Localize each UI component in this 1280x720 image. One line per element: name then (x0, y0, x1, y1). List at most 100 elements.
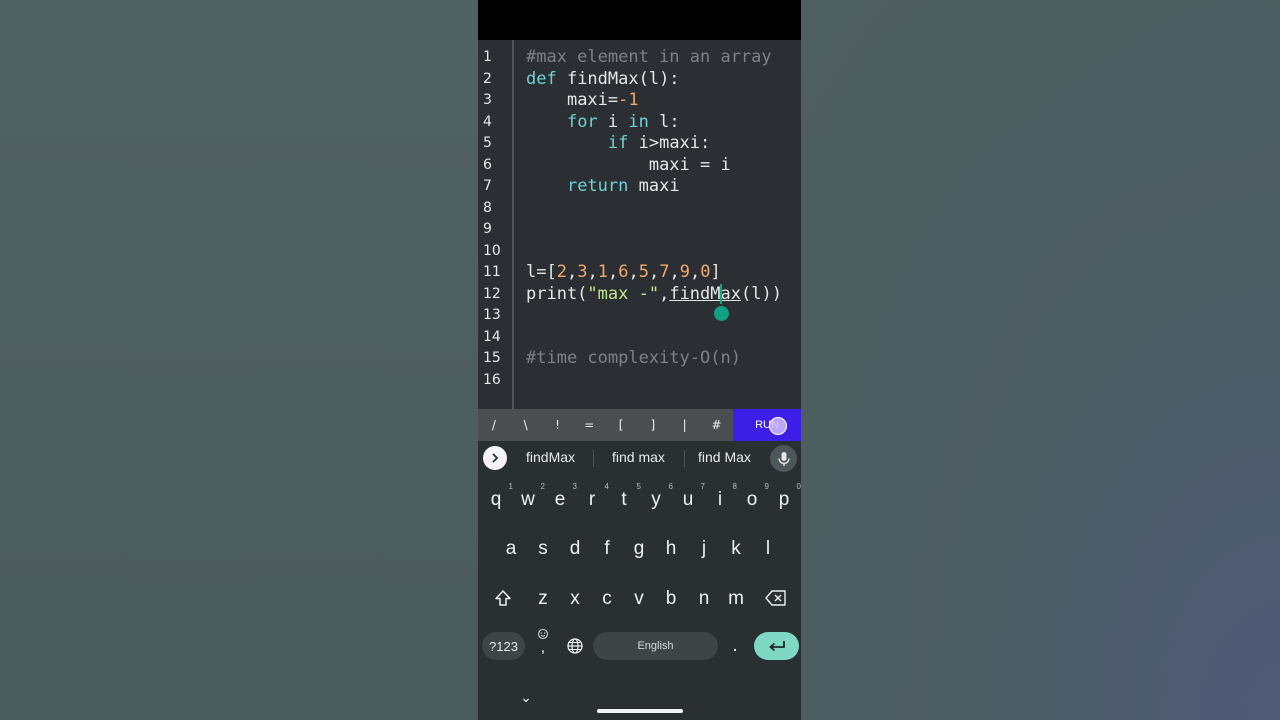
key-i[interactable]: i8 (710, 482, 737, 511)
key-b[interactable]: b (661, 588, 681, 610)
suggestion-divider (593, 450, 594, 467)
period-key[interactable]: . (727, 635, 743, 657)
key-y[interactable]: y6 (646, 482, 673, 511)
key-v[interactable]: v (629, 588, 649, 610)
line-number: 16 (483, 371, 501, 388)
symbol-key-open-bracket[interactable]: [ (605, 418, 637, 432)
hide-keyboard-button[interactable]: ⌄ (516, 689, 536, 706)
key-d[interactable]: d (565, 538, 585, 560)
string-token: "max -" (587, 283, 660, 304)
line-number: 10 (483, 242, 501, 259)
key-e[interactable]: e3 (550, 482, 577, 511)
key-label: y (651, 489, 661, 510)
symbol-key-slash[interactable]: / (478, 418, 510, 432)
key-n[interactable]: n (694, 588, 714, 610)
key-label: q (490, 489, 502, 510)
space-bar[interactable]: English (593, 632, 718, 660)
phone-screen: 1 2 3 4 5 6 7 8 9 10 11 12 13 14 15 16 #… (478, 0, 801, 720)
number-token: 7 (659, 262, 670, 282)
comma-token: , (689, 262, 701, 282)
code-token: (l)) (740, 283, 782, 304)
key-label: , (540, 639, 546, 656)
symbols-key[interactable]: ?123 (482, 632, 525, 660)
keyword-token: in (628, 111, 649, 132)
comma-token: , (628, 262, 639, 282)
expand-toolbar-button[interactable] (483, 446, 507, 470)
symbol-key-equals[interactable]: = (573, 418, 605, 432)
comma-token: , (659, 283, 670, 304)
cursor-handle[interactable] (714, 306, 729, 321)
key-a[interactable]: a (501, 538, 521, 560)
suggestion-2[interactable]: find max (612, 449, 665, 465)
line-number: 9 (483, 221, 492, 237)
line-number: 3 (483, 92, 492, 108)
key-o[interactable]: o9 (742, 482, 769, 511)
code-editor[interactable]: 1 2 3 4 5 6 7 8 9 10 11 12 13 14 15 16 #… (478, 40, 801, 409)
code-line-5: if i>maxi: (526, 133, 710, 154)
key-l[interactable]: l (758, 538, 778, 560)
enter-key[interactable] (754, 632, 799, 660)
code-line-7: return maxi (526, 176, 680, 197)
key-label: u (682, 489, 694, 510)
comma-key[interactable]: , (534, 628, 552, 656)
code-line-3: maxi=-1 (526, 90, 639, 111)
backspace-key[interactable] (764, 589, 788, 613)
key-label: o (746, 489, 758, 510)
line-number-gutter: 1 2 3 4 5 6 7 8 9 10 11 12 13 14 15 16 (478, 40, 514, 409)
shift-icon (495, 590, 511, 606)
comma-token: , (566, 262, 578, 282)
comma-token: , (607, 262, 619, 282)
symbol-key-hash[interactable]: # (701, 418, 733, 432)
key-m[interactable]: m (726, 588, 746, 610)
code-line-1: #max element in an array (526, 47, 772, 68)
key-t[interactable]: t5 (614, 482, 641, 511)
key-x[interactable]: x (565, 588, 585, 610)
symbol-key-close-bracket[interactable]: ] (637, 418, 669, 432)
key-z[interactable]: z (533, 588, 553, 610)
shift-key[interactable] (492, 588, 514, 614)
line-number: 1 (483, 49, 492, 65)
key-q[interactable]: q1 (486, 482, 513, 511)
number-token: -1 (618, 90, 639, 110)
code-token: findMax(l): (556, 68, 680, 89)
key-s[interactable]: s (533, 538, 553, 560)
symbol-key-exclamation[interactable]: ! (542, 418, 574, 432)
code-token: ] (710, 262, 721, 282)
voice-input-button[interactable] (770, 445, 797, 472)
key-p[interactable]: p0 (774, 482, 801, 511)
comment-token: #max element in an array (526, 47, 772, 67)
key-k[interactable]: k (726, 538, 746, 560)
backspace-icon (765, 590, 786, 606)
key-hint: 6 (668, 482, 673, 491)
text-cursor (720, 284, 722, 304)
key-hint: 2 (540, 482, 545, 491)
suggestion-1[interactable]: findMax (526, 449, 575, 465)
key-u[interactable]: u7 (678, 482, 705, 511)
code-line-4: for i in l: (526, 112, 680, 133)
comment-token: #time complexity-O(n) (526, 348, 741, 368)
line-number: 12 (483, 285, 501, 302)
symbol-key-pipe[interactable]: | (669, 418, 701, 432)
symbol-key-backslash[interactable]: \ (510, 418, 542, 432)
key-c[interactable]: c (597, 588, 617, 610)
key-w[interactable]: w2 (518, 482, 545, 511)
keyword-token: return (566, 176, 629, 196)
gesture-navigation-bar[interactable] (597, 709, 683, 713)
key-h[interactable]: h (661, 538, 681, 560)
key-g[interactable]: g (629, 538, 649, 560)
key-hint: 9 (764, 482, 769, 491)
code-token: i (597, 111, 629, 132)
key-j[interactable]: j (694, 538, 714, 560)
key-f[interactable]: f (597, 538, 617, 560)
number-token: 5 (638, 262, 649, 282)
microphone-icon (777, 451, 790, 466)
key-r[interactable]: r4 (582, 482, 609, 511)
code-token: maxi = i (648, 154, 731, 175)
language-key[interactable] (565, 637, 585, 661)
run-button[interactable]: RUN (733, 409, 801, 441)
suggestion-3[interactable]: find Max (698, 449, 751, 465)
line-number: 13 (483, 307, 501, 323)
